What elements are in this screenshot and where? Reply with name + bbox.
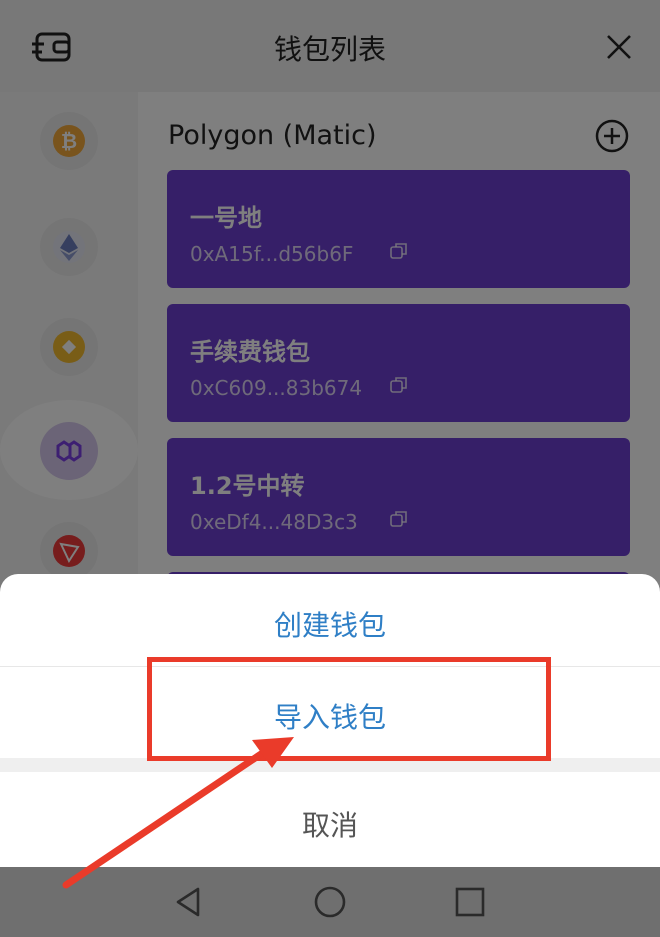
- system-nav-bar: [0, 867, 660, 937]
- create-wallet-button[interactable]: 创建钱包: [0, 604, 660, 644]
- cancel-button[interactable]: 取消: [0, 804, 660, 844]
- recents-icon[interactable]: [453, 885, 487, 919]
- back-icon[interactable]: [172, 885, 206, 919]
- home-icon[interactable]: [313, 885, 347, 919]
- highlight-box: [147, 657, 551, 761]
